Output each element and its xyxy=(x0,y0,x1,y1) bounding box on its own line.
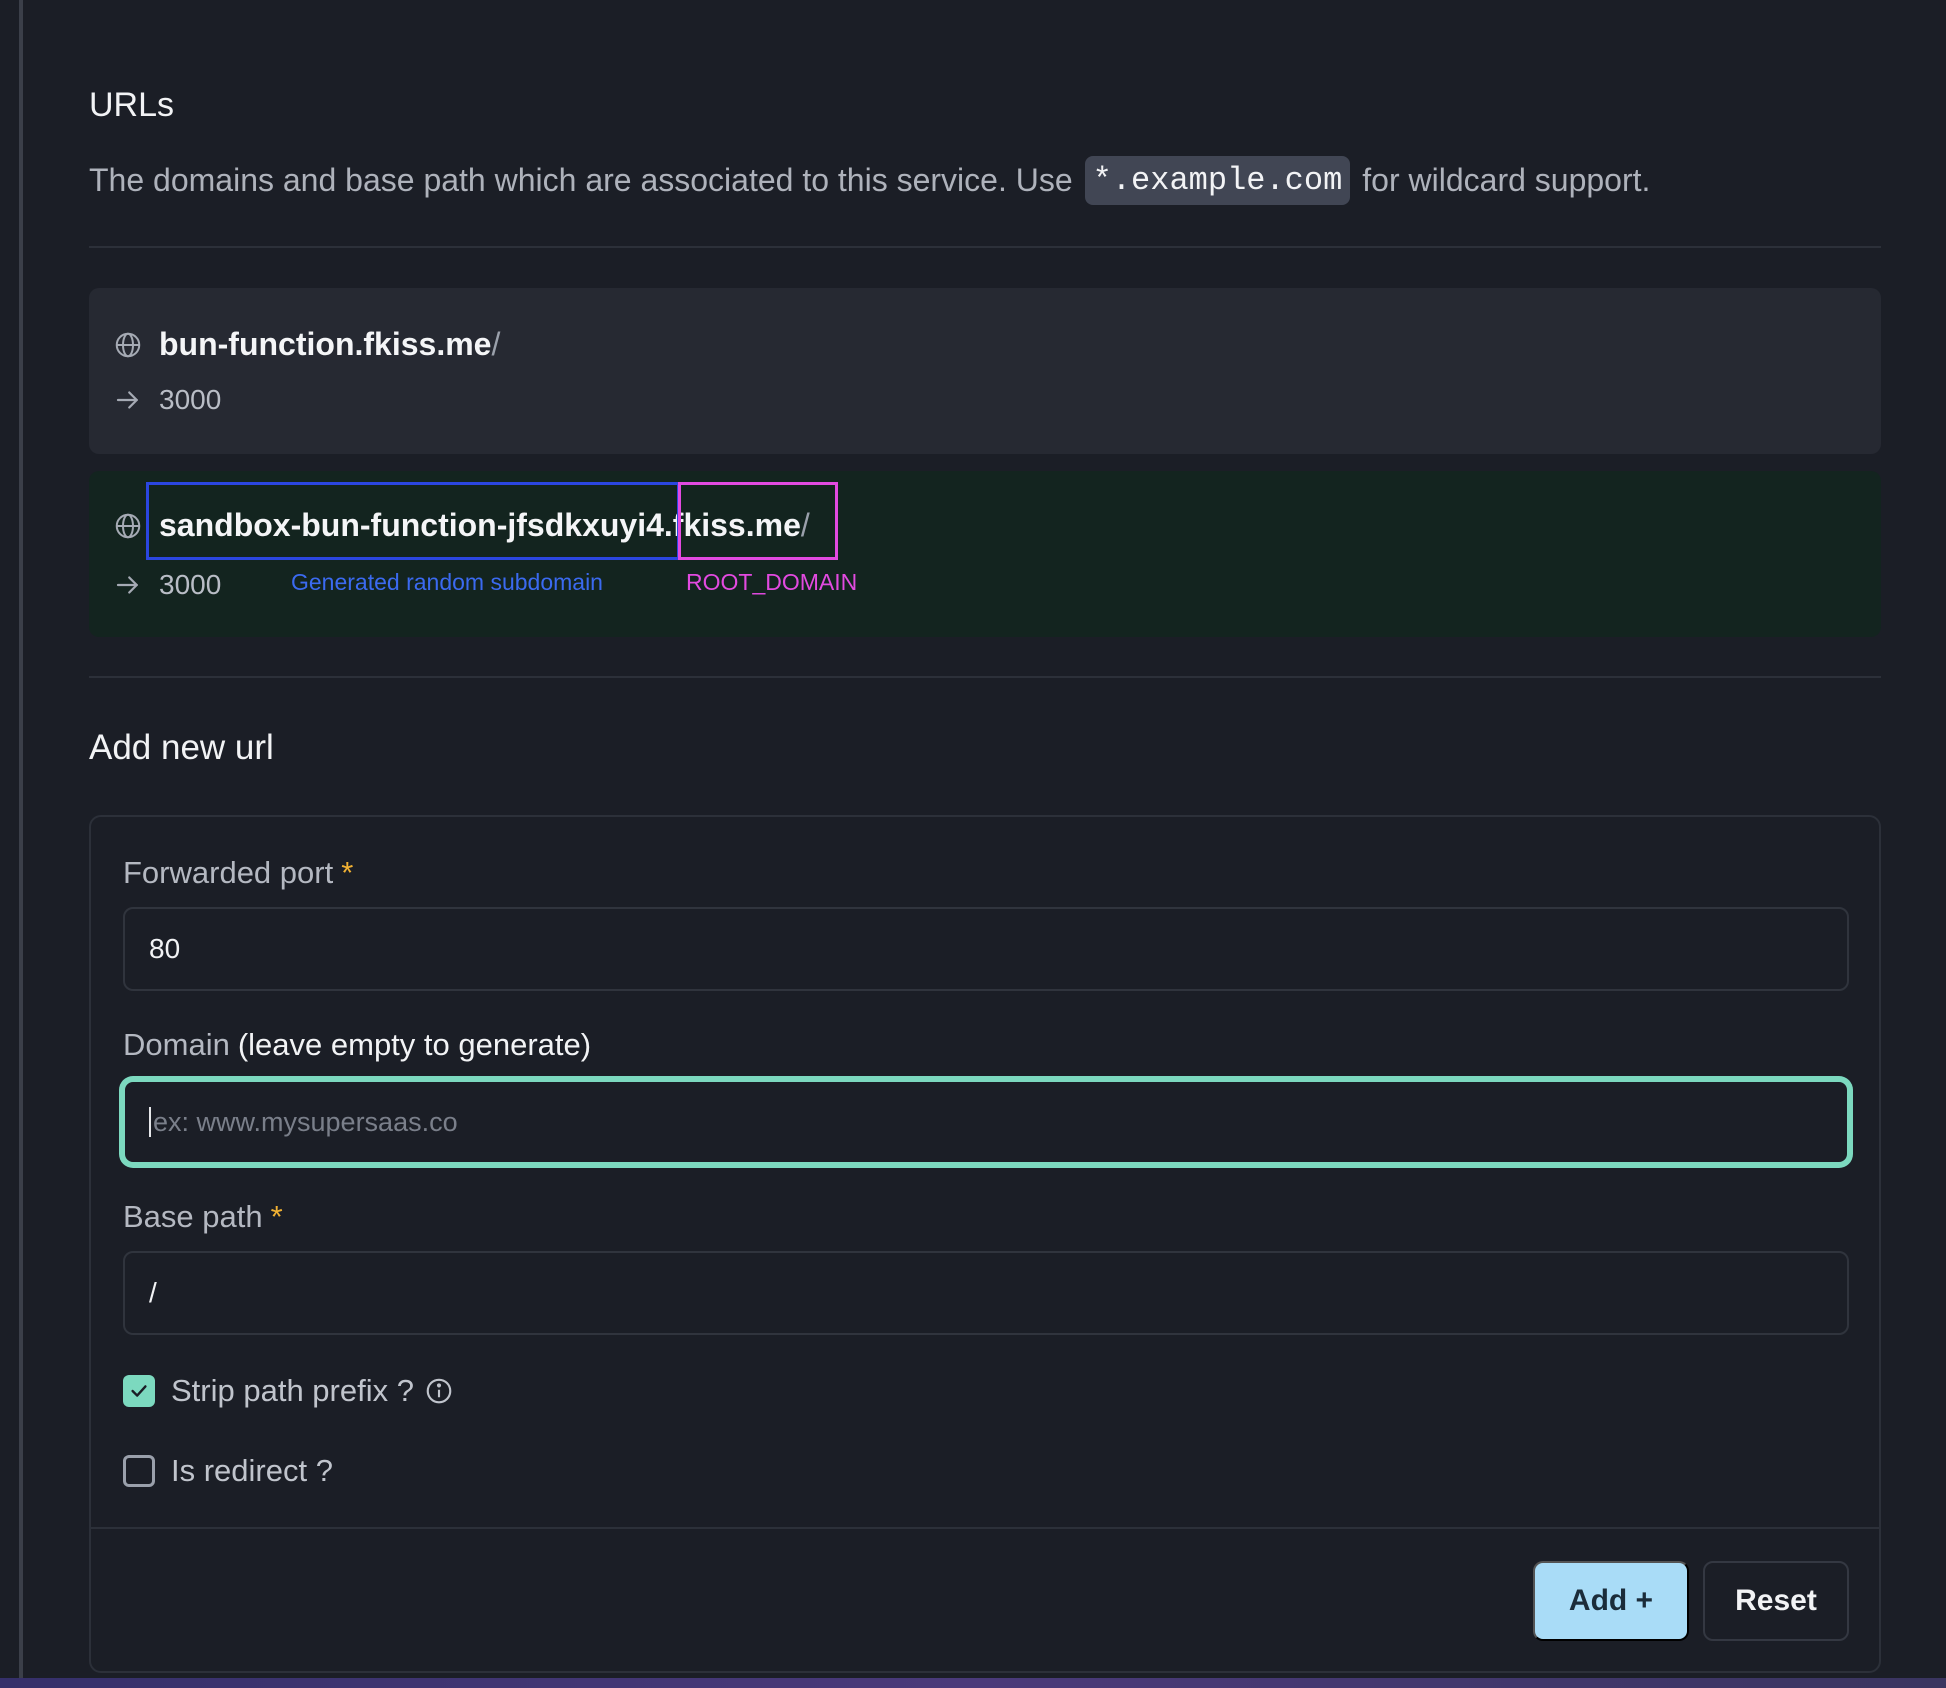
base-path-label-text: Base path xyxy=(123,1199,263,1234)
domain-hint: (leave empty to generate) xyxy=(237,1027,592,1062)
port-label: Forwarded port * xyxy=(123,855,353,891)
root-domain-annotation-box xyxy=(678,482,838,560)
form-footer-divider xyxy=(91,1527,1879,1529)
arrow-right-icon xyxy=(113,570,143,600)
base-path-value: / xyxy=(149,1277,157,1308)
section-title: URLs xyxy=(89,86,175,124)
divider xyxy=(89,246,1881,248)
url-domain: bun-function.fkiss.me xyxy=(159,326,492,362)
redirect-checkbox[interactable] xyxy=(123,1455,155,1487)
url-card-2[interactable]: sandbox-bun-function-jfsdkxuyi4. fkiss.me… xyxy=(89,471,1881,637)
subdomain-annotation-box xyxy=(146,482,680,560)
domain-label: Domain (leave empty to generate) xyxy=(123,1027,591,1063)
domain-input[interactable]: ex: www.mysupersaas.co xyxy=(123,1080,1849,1164)
required-mark: * xyxy=(270,1199,283,1234)
redirect-label: Is redirect ? xyxy=(171,1453,333,1488)
url-card-1[interactable]: bun-function.fkiss.me/ 3000 xyxy=(89,288,1881,454)
section-description: The domains and base path which are asso… xyxy=(89,156,1650,205)
url-port: 3000 xyxy=(159,384,222,415)
base-path-input[interactable]: / xyxy=(123,1251,1849,1335)
globe-icon xyxy=(113,330,143,360)
globe-icon xyxy=(113,511,143,541)
root-domain-annotation-label: ROOT_DOMAIN xyxy=(686,569,858,595)
info-icon[interactable] xyxy=(424,1376,454,1406)
base-path-label: Base path * xyxy=(123,1199,283,1235)
forwarded-port-input[interactable]: 80 xyxy=(123,907,1849,991)
wildcard-code-chip: *.example.com xyxy=(1084,156,1351,205)
strip-prefix-row[interactable]: Strip path prefix ? xyxy=(123,1373,454,1409)
divider xyxy=(89,676,1881,678)
port-label-text: Forwarded port xyxy=(123,855,334,890)
required-mark: * xyxy=(341,855,354,890)
port-value: 80 xyxy=(149,933,181,964)
text-caret xyxy=(149,1107,151,1137)
redirect-row[interactable]: Is redirect ? xyxy=(123,1453,333,1489)
page: URLs The domains and base path which are… xyxy=(0,0,1946,1688)
add-url-title: Add new url xyxy=(89,728,274,767)
description-text-before: The domains and base path which are asso… xyxy=(89,162,1073,198)
left-rule xyxy=(19,0,23,1688)
add-url-button[interactable]: Add + xyxy=(1533,1561,1689,1641)
check-icon xyxy=(131,1385,147,1397)
add-url-form: Forwarded port * 80 Domain (leave empty to… xyxy=(89,815,1881,1673)
url-port: 3000 xyxy=(159,569,222,600)
url-domain-line: bun-function.fkiss.me / xyxy=(113,326,500,363)
url-port-line: 3000 xyxy=(113,569,221,601)
strip-prefix-label: Strip path prefix ? xyxy=(171,1373,414,1408)
arrow-right-icon xyxy=(113,385,143,415)
domain-placeholder: ex: www.mysupersaas.co xyxy=(153,1106,458,1137)
subdomain-annotation-label: Generated random subdomain xyxy=(291,569,603,595)
domain-label-text: Domain xyxy=(123,1027,230,1062)
reset-button[interactable]: Reset xyxy=(1703,1561,1849,1641)
url-path: / xyxy=(491,326,501,362)
strip-prefix-checkbox[interactable] xyxy=(123,1375,155,1407)
description-text-after: for wildcard support. xyxy=(1362,162,1651,198)
url-port-line: 3000 xyxy=(113,384,221,416)
bottom-bar xyxy=(0,1678,1946,1688)
